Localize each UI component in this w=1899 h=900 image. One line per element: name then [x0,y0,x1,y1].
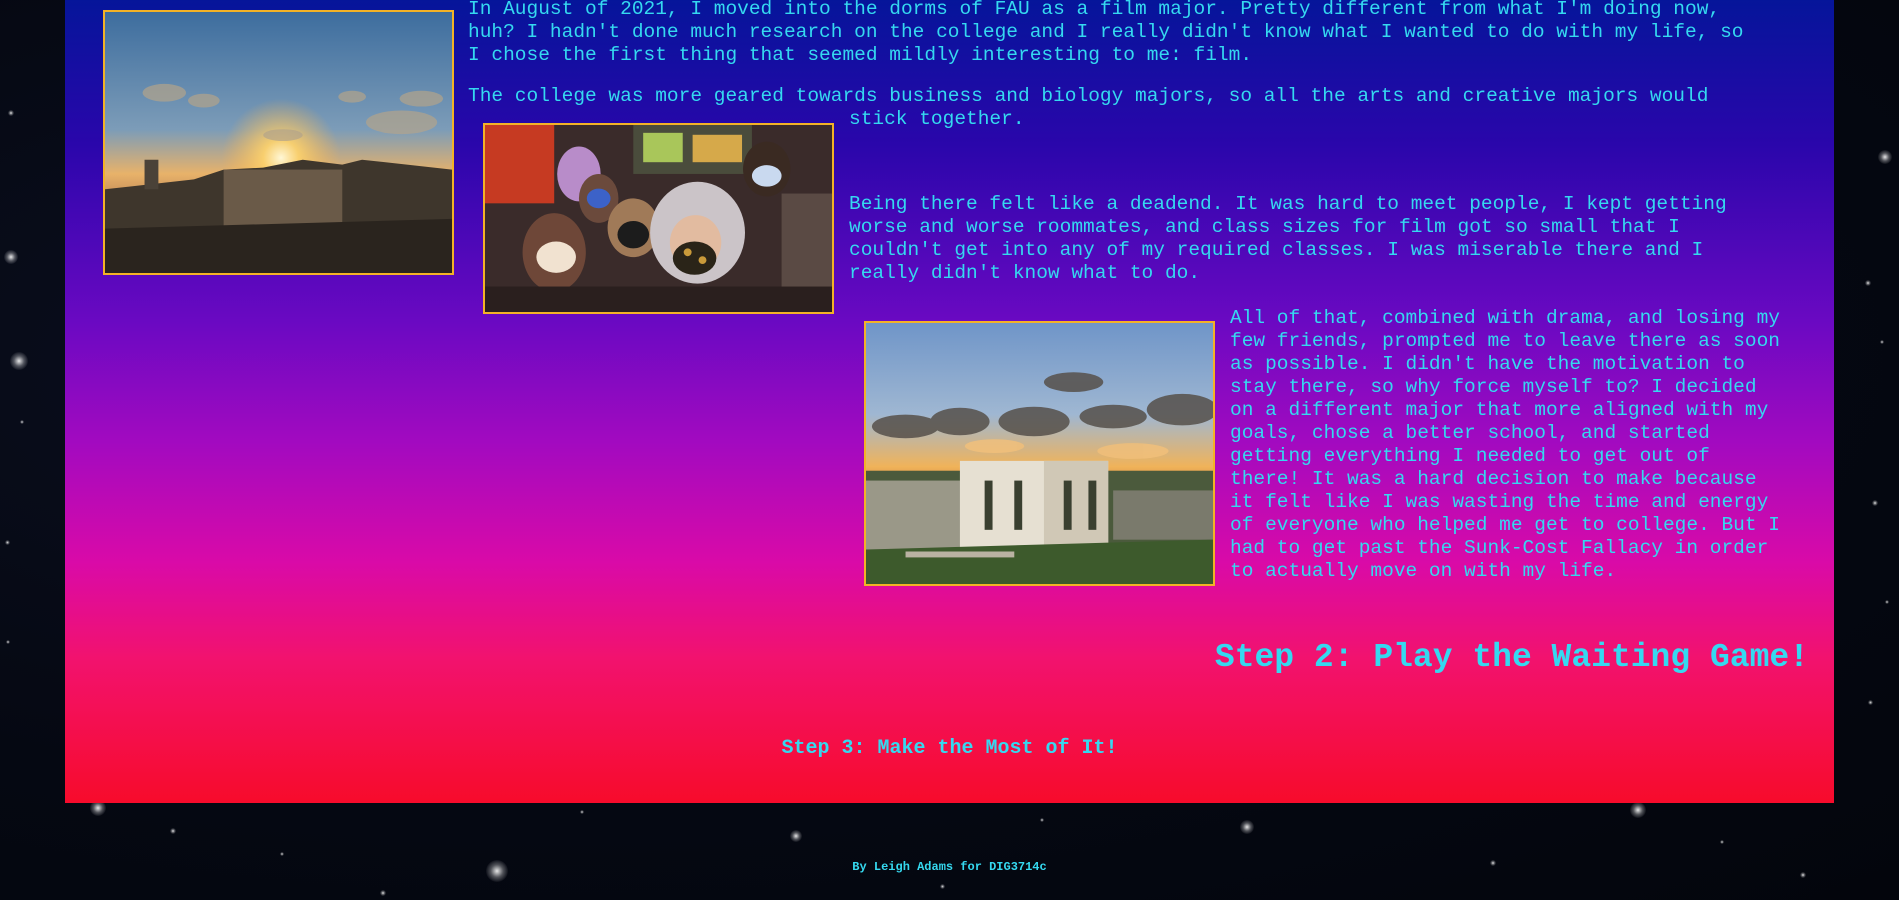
paragraph-moving-to-fau: In August of 2021, I moved into the dorm… [468,0,1744,66]
paragraph-deadend: Being there felt like a deadend. It was … [849,193,1727,284]
star [5,540,10,545]
star [1878,150,1892,164]
star [1880,340,1884,344]
star [10,352,28,370]
paragraph-decision-to-leave: All of that, combined with drama, and lo… [1230,307,1780,582]
step-2-heading: Step 2: Play the Waiting Game! [1214,639,1809,676]
star [280,852,284,856]
friends-selfie-photo [483,123,834,314]
star [1872,500,1878,506]
star [1630,802,1646,818]
paragraph-college-majors-line1: The college was more geared towards busi… [468,85,1709,107]
star [1868,700,1873,705]
star [8,110,14,116]
star [1885,600,1889,604]
sunset-building-photo [864,321,1215,586]
star [580,810,584,814]
star [20,420,24,424]
content-panel: In August of 2021, I moved into the dorm… [65,0,1834,803]
star [940,884,945,889]
star [6,640,10,644]
star [380,890,386,896]
star [4,250,18,264]
star [1040,818,1044,822]
paragraph-college-majors-line2: stick together. [849,108,1025,130]
step-3-heading: Step 3: Make the Most of It! [781,737,1118,760]
star [170,828,176,834]
star [1720,840,1724,844]
footer-credit: By Leigh Adams for DIG3714c [852,860,1047,874]
star [790,830,802,842]
star [1865,280,1871,286]
star [1240,820,1254,834]
sunrise-campus-photo [103,10,454,275]
